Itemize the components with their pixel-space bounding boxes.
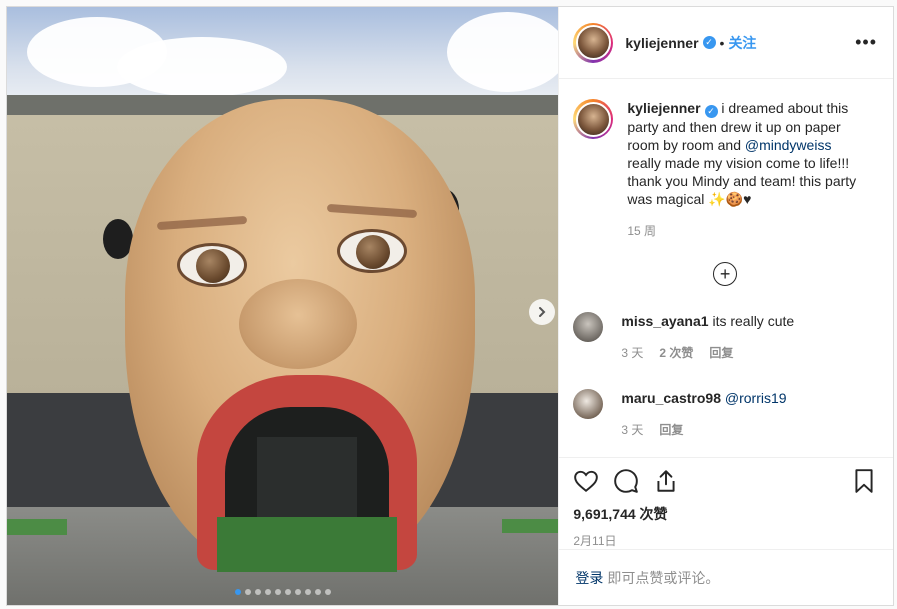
post-dialog: kyliejenner ✓ • 关注 ••• kyliejenner ✓ i dr… <box>6 6 894 606</box>
post-side-panel: kyliejenner ✓ • 关注 ••• kyliejenner ✓ i dr… <box>558 7 893 605</box>
right-eye <box>337 229 407 273</box>
carousel-dot <box>274 589 281 595</box>
carousel-dot <box>264 589 271 595</box>
tunnel-inside <box>257 437 357 517</box>
comments-list: kyliejenner ✓ i dreamed about this party … <box>559 79 893 457</box>
turf <box>7 519 67 535</box>
carousel-dot <box>284 589 291 595</box>
cloud <box>447 12 559 92</box>
chevron-right-icon <box>539 307 546 317</box>
carousel-dot <box>244 589 251 595</box>
carousel-next-button[interactable] <box>529 299 555 325</box>
comment-timestamp[interactable]: 3 天 <box>621 421 643 438</box>
load-more-comments: + <box>573 262 877 286</box>
username-link[interactable]: kyliejenner <box>625 35 698 51</box>
comment-item: miss_ayana1 its really cute 3 天 2 次赞 回复 <box>573 312 877 361</box>
tunnel-floor <box>217 517 397 572</box>
avatar[interactable] <box>573 312 604 342</box>
comment-text: its really cute <box>712 313 795 329</box>
heart-icon[interactable] <box>573 468 599 494</box>
caption: kyliejenner ✓ i dreamed about this party … <box>573 99 877 240</box>
carousel-dot <box>254 589 261 595</box>
separator-dot: • <box>719 34 725 51</box>
story-ring[interactable] <box>573 22 614 63</box>
avatar <box>575 101 611 137</box>
verified-badge-icon: ✓ <box>702 36 716 49</box>
share-icon[interactable] <box>653 468 679 494</box>
comment-timestamp[interactable]: 3 天 <box>621 344 643 361</box>
turf <box>502 519 559 533</box>
caption-timestamp[interactable]: 15 周 <box>627 222 867 240</box>
username-link[interactable]: miss_ayana1 <box>621 313 708 329</box>
add-comment-bar: 登录 即可点赞或评论。 <box>559 549 893 605</box>
post-header: kyliejenner ✓ • 关注 ••• <box>559 7 893 79</box>
left-eye <box>177 243 247 287</box>
carousel-indicator <box>7 589 558 595</box>
avatar[interactable] <box>573 389 604 419</box>
carousel-dot <box>234 589 241 595</box>
reply-button[interactable]: 回复 <box>659 421 683 438</box>
login-prompt-text: 即可点赞或评论。 <box>607 569 720 586</box>
carousel-dot <box>294 589 301 595</box>
mention-link[interactable]: @rorris19 <box>725 390 787 406</box>
comment-likes[interactable]: 2 次赞 <box>659 344 693 361</box>
carousel-dot <box>304 589 311 595</box>
story-ring[interactable] <box>573 99 614 139</box>
mention-link[interactable]: @mindyweiss <box>745 137 832 153</box>
carousel-dot <box>324 589 331 595</box>
bookmark-icon[interactable] <box>851 468 877 494</box>
nose <box>239 279 357 369</box>
reply-button[interactable]: 回复 <box>709 344 733 361</box>
like-count[interactable]: 9,691,744 次赞 <box>573 504 877 524</box>
comment-icon[interactable] <box>613 468 639 494</box>
username-link[interactable]: kyliejenner <box>627 100 700 116</box>
follow-button[interactable]: 关注 <box>728 33 756 53</box>
carousel-dot <box>314 589 321 595</box>
cloud <box>117 37 287 97</box>
avatar <box>575 25 611 60</box>
username-link[interactable]: maru_castro98 <box>621 390 721 406</box>
verified-badge-icon: ✓ <box>704 105 718 118</box>
action-bar: 9,691,744 次赞 2月11日 <box>559 457 893 549</box>
caption-body: really made my vision come to life!!! th… <box>627 155 857 207</box>
comment-item: maru_castro98 @rorris19 3 天 回复 <box>573 389 877 438</box>
more-options-icon[interactable]: ••• <box>855 32 877 53</box>
login-link[interactable]: 登录 <box>575 568 603 588</box>
post-date[interactable]: 2月11日 <box>573 532 877 549</box>
post-photo[interactable] <box>7 7 559 605</box>
plus-circle-icon[interactable]: + <box>713 262 738 286</box>
caption-text: kyliejenner ✓ i dreamed about this party … <box>627 99 867 240</box>
